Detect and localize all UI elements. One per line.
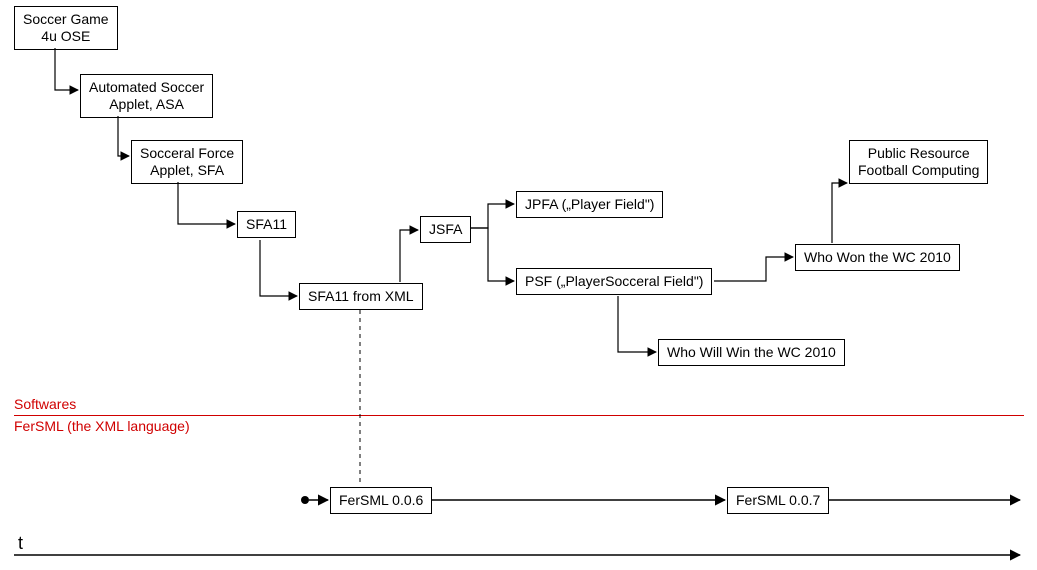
label-softwares: Softwares xyxy=(14,396,76,412)
node-who-won-wc-2010: Who Won the WC 2010 xyxy=(795,244,960,271)
section-divider xyxy=(14,415,1024,416)
node-jpfa: JPFA („Player Field") xyxy=(516,191,663,218)
node-fersml-006: FerSML 0.0.6 xyxy=(330,487,432,514)
node-fersml-007: FerSML 0.0.7 xyxy=(727,487,829,514)
node-public-resource-football-computing: Public Resource Football Computing xyxy=(849,140,988,184)
node-automated-soccer-applet: Automated Soccer Applet, ASA xyxy=(80,74,213,118)
label-t-axis: t xyxy=(18,533,23,554)
node-soccer-game-4u-ose: Soccer Game 4u OSE xyxy=(14,6,118,50)
node-psf: PSF („PlayerSocceral Field") xyxy=(516,268,712,295)
label-fersml-language: FerSML (the XML language) xyxy=(14,418,190,434)
node-socceral-force-applet: Socceral Force Applet, SFA xyxy=(131,140,243,184)
node-jsfa: JSFA xyxy=(420,216,471,243)
node-sfa11: SFA11 xyxy=(237,211,296,238)
node-sfa11-from-xml: SFA11 from XML xyxy=(299,283,423,310)
node-who-will-win-wc-2010: Who Will Win the WC 2010 xyxy=(658,339,845,366)
